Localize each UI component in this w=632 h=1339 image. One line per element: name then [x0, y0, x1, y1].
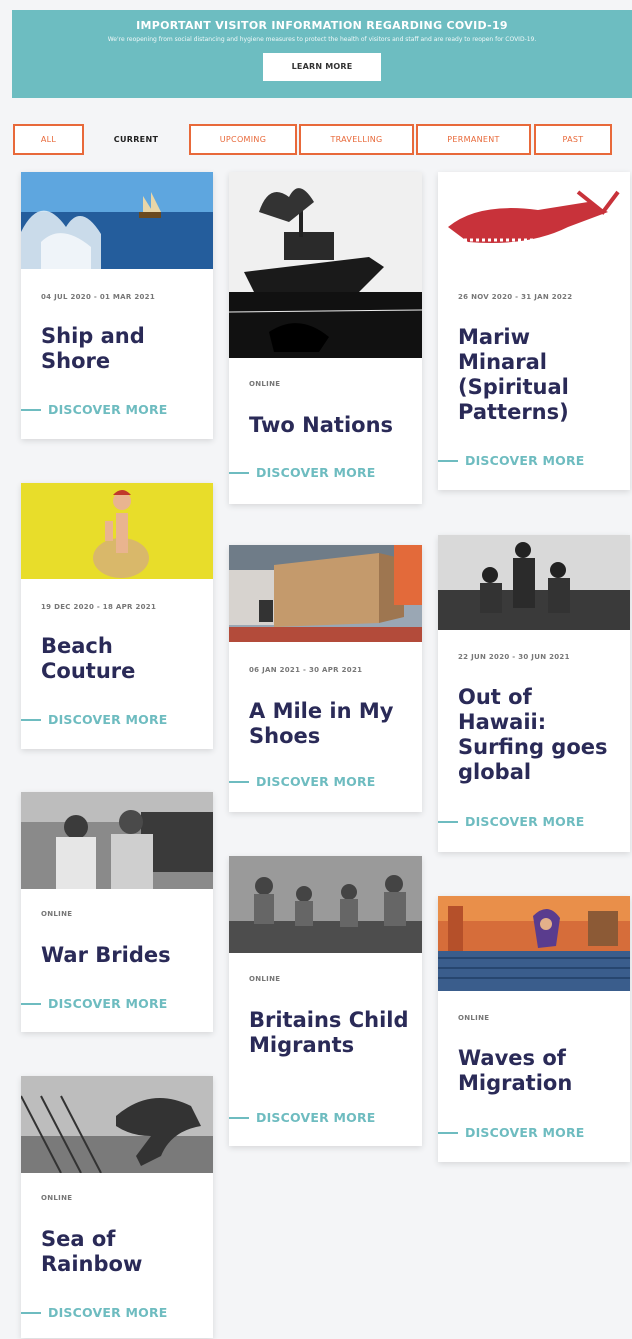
exhibition-card-out-of-hawaii[interactable]: 22 JUN 2020 - 30 JUN 2021 Out of Hawaii:…: [438, 535, 630, 852]
dash-icon: [21, 718, 41, 721]
discover-more-link[interactable]: DISCOVER MORE: [229, 465, 376, 480]
card-image: [438, 535, 630, 630]
discover-more-link[interactable]: DISCOVER MORE: [438, 453, 585, 468]
exhibition-card-sea-of-rainbow[interactable]: ONLINE Sea of Rainbow DISCOVER MORE: [21, 1076, 213, 1338]
card-date: ONLINE: [249, 380, 281, 388]
card-image: [21, 483, 213, 579]
banner-title: IMPORTANT VISITOR INFORMATION REGARDING …: [136, 19, 508, 32]
discover-more-link[interactable]: DISCOVER MORE: [229, 774, 376, 789]
banner-subtitle: We're reopening from social distancing a…: [107, 36, 537, 43]
discover-more-link[interactable]: DISCOVER MORE: [21, 996, 168, 1011]
card-title: Britains Child Migrants: [249, 1008, 409, 1057]
dash-icon: [229, 780, 249, 783]
card-date: ONLINE: [41, 1194, 73, 1202]
discover-more-link[interactable]: DISCOVER MORE: [21, 1305, 168, 1320]
card-date: 06 JAN 2021 - 30 APR 2021: [249, 666, 363, 674]
dash-icon: [21, 1002, 41, 1005]
dash-icon: [21, 1311, 41, 1314]
card-title: Ship and Shore: [41, 324, 145, 373]
exhibition-card-two-nations[interactable]: ONLINE Two Nations DISCOVER MORE: [229, 172, 422, 504]
exhibition-card-ship-and-shore[interactable]: 04 JUL 2020 - 01 MAR 2021 Ship and Shore…: [21, 172, 213, 439]
card-date: 22 JUN 2020 - 30 JUN 2021: [458, 653, 570, 661]
discover-more-link[interactable]: DISCOVER MORE: [21, 402, 168, 417]
card-date: ONLINE: [249, 975, 281, 983]
card-title: Waves of Migration: [458, 1046, 573, 1095]
tab-permanent[interactable]: PERMANENT: [416, 124, 531, 155]
card-date: ONLINE: [458, 1014, 490, 1022]
card-image: [229, 545, 422, 642]
card-title: A Mile in My Shoes: [249, 699, 394, 748]
card-title: Mariw Minaral (Spiritual Patterns): [458, 325, 569, 424]
dash-icon: [229, 471, 249, 474]
card-date: 04 JUL 2020 - 01 MAR 2021: [41, 293, 155, 301]
exhibition-card-a-mile-in-my-shoes[interactable]: 06 JAN 2021 - 30 APR 2021 A Mile in My S…: [229, 545, 422, 812]
filter-tabs: ALL CURRENT UPCOMING TRAVELLING PERMANEN…: [13, 124, 613, 155]
tab-upcoming[interactable]: UPCOMING: [189, 124, 297, 155]
dash-icon: [229, 1116, 249, 1119]
card-title: Out of Hawaii: Surfing goes global: [458, 685, 608, 784]
tab-travelling[interactable]: TRAVELLING: [299, 124, 414, 155]
card-image: [229, 172, 422, 358]
exhibition-card-waves-of-migration[interactable]: ONLINE Waves of Migration DISCOVER MORE: [438, 896, 630, 1162]
card-image: [21, 792, 213, 889]
card-title: Beach Couture: [41, 634, 136, 683]
learn-more-button[interactable]: LEARN MORE: [263, 53, 381, 81]
card-image: [438, 896, 630, 991]
tab-current[interactable]: CURRENT: [99, 124, 173, 155]
card-image: [21, 172, 213, 269]
dash-icon: [438, 820, 458, 823]
exhibition-card-mariw-minaral[interactable]: 26 NOV 2020 - 31 JAN 2022 Mariw Minaral …: [438, 172, 630, 490]
exhibition-card-war-brides[interactable]: ONLINE War Brides DISCOVER MORE: [21, 792, 213, 1032]
dash-icon: [438, 1131, 458, 1134]
discover-more-link[interactable]: DISCOVER MORE: [21, 712, 168, 727]
discover-more-link[interactable]: DISCOVER MORE: [229, 1110, 376, 1125]
card-date: 19 DEC 2020 - 18 APR 2021: [41, 603, 157, 611]
exhibition-card-beach-couture[interactable]: 19 DEC 2020 - 18 APR 2021 Beach Couture …: [21, 483, 213, 749]
card-image: [438, 172, 630, 269]
tab-all[interactable]: ALL: [13, 124, 84, 155]
covid-banner: IMPORTANT VISITOR INFORMATION REGARDING …: [12, 10, 632, 98]
tab-past[interactable]: PAST: [534, 124, 612, 155]
dash-icon: [438, 459, 458, 462]
card-title: Sea of Rainbow: [41, 1227, 143, 1276]
card-image: [21, 1076, 213, 1173]
card-date: 26 NOV 2020 - 31 JAN 2022: [458, 293, 573, 301]
exhibition-card-britains-child-migrants[interactable]: ONLINE Britains Child Migrants DISCOVER …: [229, 856, 422, 1146]
card-title: Two Nations: [249, 413, 394, 437]
card-date: ONLINE: [41, 910, 73, 918]
discover-more-link[interactable]: DISCOVER MORE: [438, 1125, 585, 1140]
card-image: [229, 856, 422, 953]
discover-more-link[interactable]: DISCOVER MORE: [438, 814, 585, 829]
dash-icon: [21, 408, 41, 411]
card-title: War Brides: [41, 943, 171, 967]
